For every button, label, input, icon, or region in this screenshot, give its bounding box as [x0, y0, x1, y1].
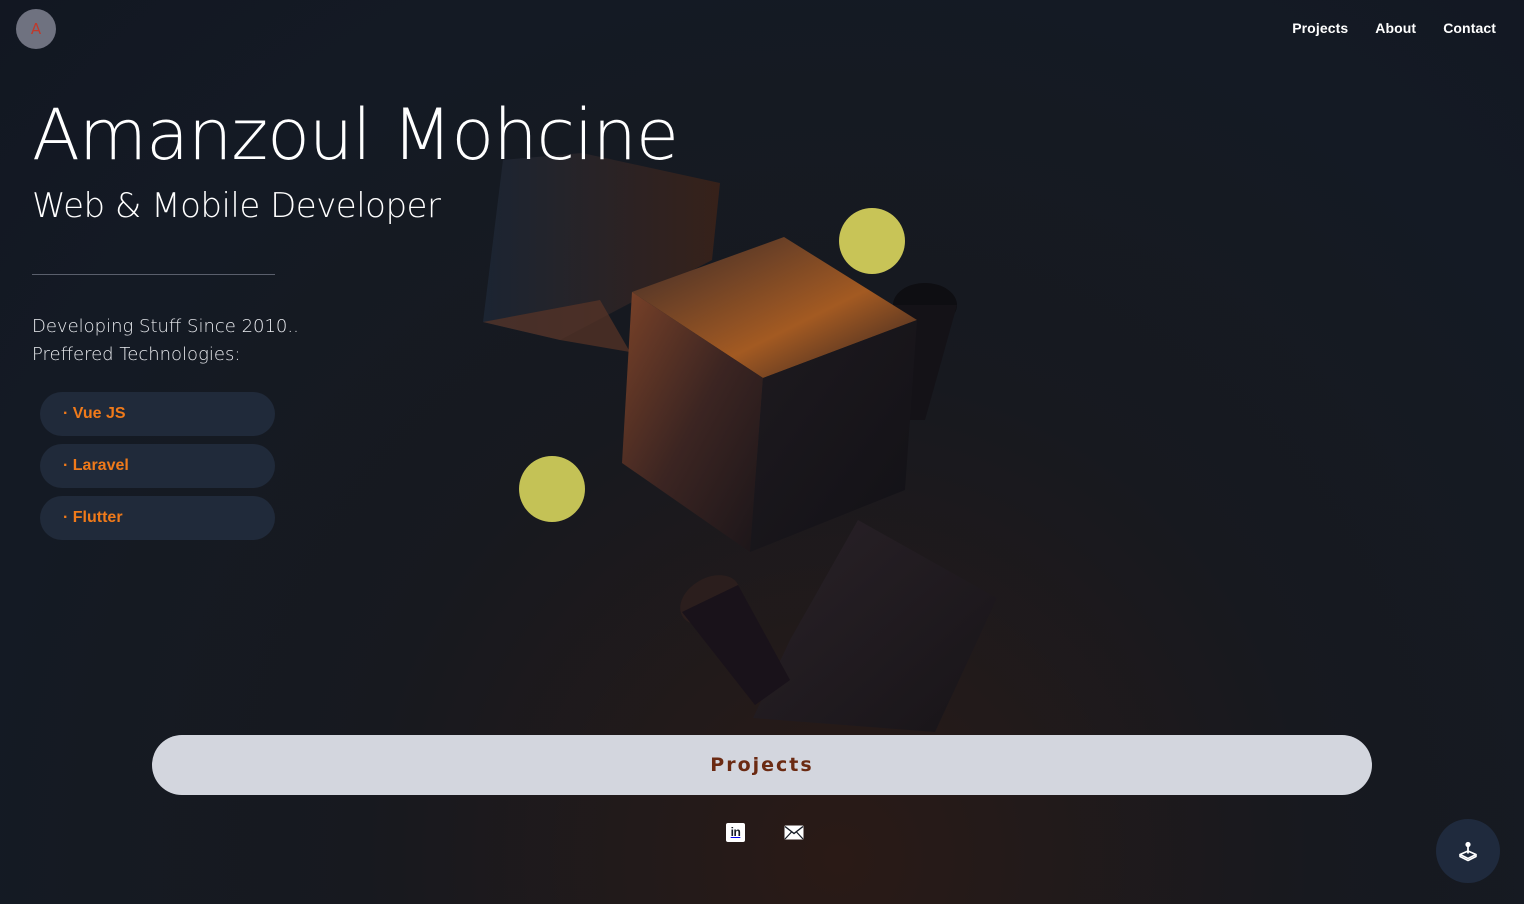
nav-link-contact[interactable]: Contact [1443, 20, 1496, 36]
intro-line-since: Developing Stuff Since 2010.. [32, 316, 299, 337]
tech-pill-flutter: · Flutter [40, 496, 275, 540]
mail-icon [784, 825, 803, 839]
logo-letter: A [30, 20, 42, 38]
top-nav: Projects About Contact [1292, 20, 1496, 36]
intro-line-technologies: Preffered Technologies: [32, 344, 241, 365]
joystick-icon [1459, 841, 1477, 862]
game-fab-button[interactable] [1436, 819, 1500, 883]
intro-text: Developing Stuff Since 2010.. Preffered … [32, 313, 299, 369]
logo-avatar[interactable]: A [16, 9, 56, 49]
nav-link-about[interactable]: About [1375, 20, 1416, 36]
linkedin-link[interactable]: in [725, 822, 746, 842]
hero-name: Amanzoul Mohcine [32, 94, 679, 176]
email-link[interactable] [783, 822, 804, 842]
social-links: in [725, 822, 804, 842]
tech-pill-vuejs: · Vue JS [40, 392, 275, 436]
tech-pill-laravel: · Laravel [40, 444, 275, 488]
projects-button[interactable]: Projects [152, 735, 1372, 795]
linkedin-icon: in [726, 822, 745, 842]
nav-link-projects[interactable]: Projects [1292, 20, 1348, 36]
divider [32, 274, 275, 275]
hero-role: Web & Mobile Developer [32, 186, 441, 226]
technology-list: · Vue JS · Laravel · Flutter [40, 392, 275, 540]
